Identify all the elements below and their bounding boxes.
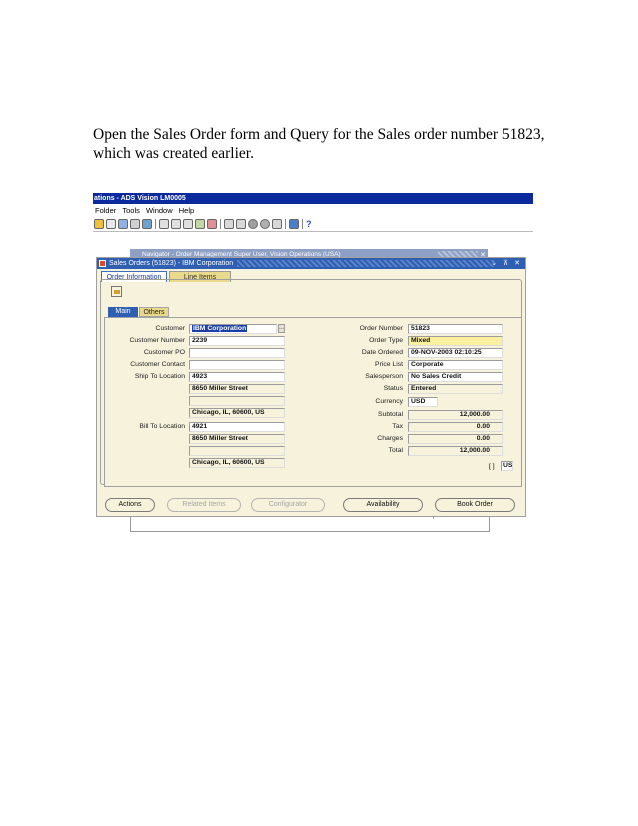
print-icon[interactable] — [130, 219, 140, 229]
bill-to-location-field[interactable]: 4921 — [189, 422, 285, 432]
customer-label: Customer — [155, 325, 185, 332]
sales-orders-title: Sales Orders (51823) - IBM Corporation — [109, 260, 234, 267]
toolbar-divider — [302, 219, 303, 229]
subtotal-label: Subtotal — [378, 411, 403, 418]
salesperson-label: Salesperson — [365, 373, 403, 380]
total-label: Total — [388, 447, 403, 454]
toolbar: ? — [93, 217, 533, 231]
menu-bar: Folder Tools Window Help — [93, 205, 533, 216]
customer-po-field[interactable] — [189, 348, 285, 358]
new-record-icon[interactable] — [195, 219, 205, 229]
menu-window[interactable]: Window — [146, 206, 173, 215]
copy-icon[interactable] — [171, 219, 181, 229]
close-form-icon[interactable] — [142, 219, 152, 229]
customer-po-label: Customer PO — [143, 349, 185, 356]
cut-icon[interactable] — [159, 219, 169, 229]
tax-label: Tax — [392, 423, 403, 430]
menu-tools[interactable]: Tools — [122, 206, 140, 215]
order-type-label: Order Type — [369, 337, 403, 344]
translations-icon[interactable] — [248, 219, 258, 229]
sales-orders-window: Sales Orders (51823) - IBM Corporation ⌄… — [96, 257, 526, 517]
delete-record-icon[interactable] — [207, 219, 217, 229]
form-icon — [99, 260, 106, 267]
folder-tools-icon[interactable] — [272, 219, 282, 229]
zoom-icon[interactable] — [236, 219, 246, 229]
date-ordered-field[interactable]: 09-NOV-2003 02:10:25 — [408, 348, 503, 358]
instruction-text: Open the Sales Order form and Query for … — [93, 126, 545, 162]
customer-contact-label: Customer Contact — [130, 361, 185, 368]
find-icon[interactable] — [106, 219, 116, 229]
main-panel: Customer IBM Corporation … Customer Numb… — [104, 317, 522, 487]
bill-to-label: Bill To Location — [139, 423, 185, 430]
ship-to-label: Ship To Location — [134, 373, 185, 380]
attachments-icon[interactable] — [260, 219, 270, 229]
order-number-label: Order Number — [359, 325, 403, 332]
descriptive-flexfield[interactable]: [ ] — [489, 463, 495, 470]
help-icon[interactable]: ? — [306, 219, 312, 229]
app-title-bar: ations - ADS Vision LM0005 — [93, 193, 533, 204]
date-ordered-label: Date Ordered — [361, 349, 403, 356]
ship-to-location-field[interactable]: 4923 — [189, 372, 285, 382]
related-items-button[interactable]: Related Items — [167, 498, 241, 512]
currency-field[interactable]: USD — [408, 397, 438, 407]
availability-button[interactable]: Availability — [343, 498, 423, 512]
customer-contact-field[interactable] — [189, 360, 285, 370]
bill-to-address-line1: 8650 Miller Street — [189, 434, 285, 444]
order-number-field[interactable]: 51823 — [408, 324, 503, 334]
subtotal-field: 12,000.00 — [408, 410, 503, 420]
bill-to-address-line3: Chicago, IL, 60600, US — [189, 458, 285, 468]
paste-icon[interactable] — [183, 219, 193, 229]
new-icon[interactable] — [94, 219, 104, 229]
tab-others[interactable]: Others — [139, 307, 169, 317]
salesperson-field[interactable]: No Sales Credit — [408, 372, 503, 382]
customer-field[interactable]: IBM Corporation — [189, 324, 277, 334]
tax-field: 0.00 — [408, 422, 503, 432]
price-list-label: Price List — [375, 361, 403, 368]
tab-main[interactable]: Main — [108, 307, 138, 317]
status-field: Entered — [408, 384, 503, 394]
price-list-field[interactable]: Corporate — [408, 360, 503, 370]
menu-folder[interactable]: Folder — [95, 206, 116, 215]
window-controls[interactable]: ⌄ ⊼ ✕ — [491, 258, 522, 269]
book-order-button[interactable]: Book Order — [435, 498, 515, 512]
edit-field-icon[interactable] — [224, 219, 234, 229]
window-help-icon[interactable] — [289, 219, 299, 229]
actions-button[interactable]: Actions — [105, 498, 155, 512]
toolbar-separator — [93, 231, 533, 232]
toolbar-divider — [155, 219, 156, 229]
currency-label: Currency — [375, 398, 403, 405]
button-bar: Actions Related Items Configurator Avail… — [105, 498, 521, 514]
sales-orders-title-bar: Sales Orders (51823) - IBM Corporation ⌄… — [97, 258, 525, 269]
order-type-field[interactable]: Mixed — [408, 336, 503, 346]
customer-number-field[interactable]: 2239 — [189, 336, 285, 346]
toolbar-divider — [285, 219, 286, 229]
save-icon[interactable] — [118, 219, 128, 229]
configurator-button[interactable]: Configurator — [251, 498, 325, 512]
currency-short-field[interactable]: US — [501, 461, 513, 471]
oracle-apps-window: ations - ADS Vision LM0005 Folder Tools … — [93, 193, 533, 533]
ship-to-address-line1: 8650 Miller Street — [189, 384, 285, 394]
status-label: Status — [383, 385, 403, 392]
list-of-values-icon[interactable]: … — [278, 324, 285, 333]
bill-to-address-line2 — [189, 446, 285, 456]
title-stripe — [237, 260, 495, 267]
menu-help[interactable]: Help — [179, 206, 194, 215]
charges-field: 0.00 — [408, 434, 503, 444]
charges-label: Charges — [377, 435, 403, 442]
folder-icon[interactable] — [111, 286, 122, 297]
customer-number-label: Customer Number — [129, 337, 185, 344]
total-field: 12,000.00 — [408, 446, 503, 456]
toolbar-divider — [220, 219, 221, 229]
ship-to-address-line2 — [189, 396, 285, 406]
ship-to-address-line3: Chicago, IL, 60600, US — [189, 408, 285, 418]
customer-value: IBM Corporation — [192, 325, 248, 332]
